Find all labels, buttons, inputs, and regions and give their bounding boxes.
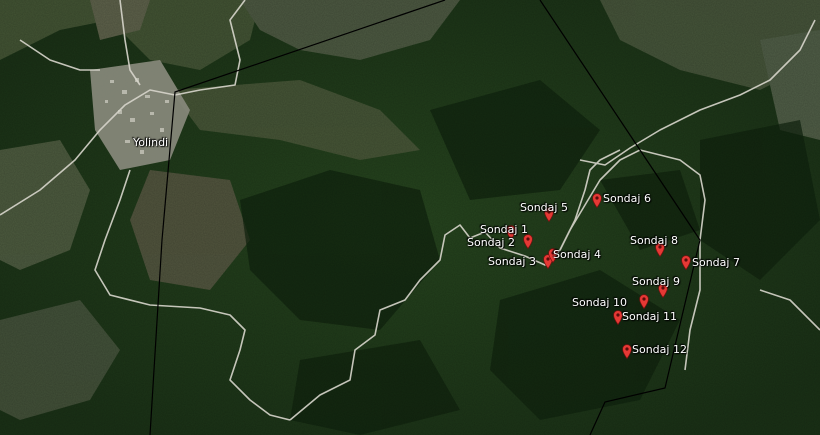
map-pin-icon [622, 344, 632, 359]
marker-label: Sondaj 6 [603, 192, 651, 205]
marker-label: Sondaj 2 [467, 236, 515, 249]
marker-label: Sondaj 12 [632, 343, 687, 356]
satellite-imagery [0, 0, 820, 435]
marker-sondaj-7[interactable] [681, 255, 691, 270]
marker-label: Sondaj 11 [622, 310, 677, 323]
marker-label: Sondaj 10 [572, 296, 627, 309]
marker-sondaj-6[interactable] [592, 193, 602, 208]
satellite-map[interactable]: Yolindi Sondaj 1 Sondaj 2 Sondaj 3 Sonda… [0, 0, 820, 435]
marker-label: Sondaj 9 [632, 275, 680, 288]
marker-sondaj-10[interactable] [639, 294, 649, 309]
map-pin-icon [639, 294, 649, 309]
marker-label: Sondaj 3 [488, 255, 536, 268]
map-pin-icon [681, 255, 691, 270]
marker-sondaj-2[interactable] [523, 234, 533, 249]
marker-sondaj-12[interactable] [622, 344, 632, 359]
map-pin-icon [523, 234, 533, 249]
marker-label: Sondaj 1 [480, 223, 528, 236]
marker-label: Sondaj 8 [630, 234, 678, 247]
marker-label: Sondaj 5 [520, 201, 568, 214]
marker-label: Sondaj 4 [553, 248, 601, 261]
map-pin-icon [592, 193, 602, 208]
village-label: Yolindi [133, 136, 169, 149]
marker-label: Sondaj 7 [692, 256, 740, 269]
